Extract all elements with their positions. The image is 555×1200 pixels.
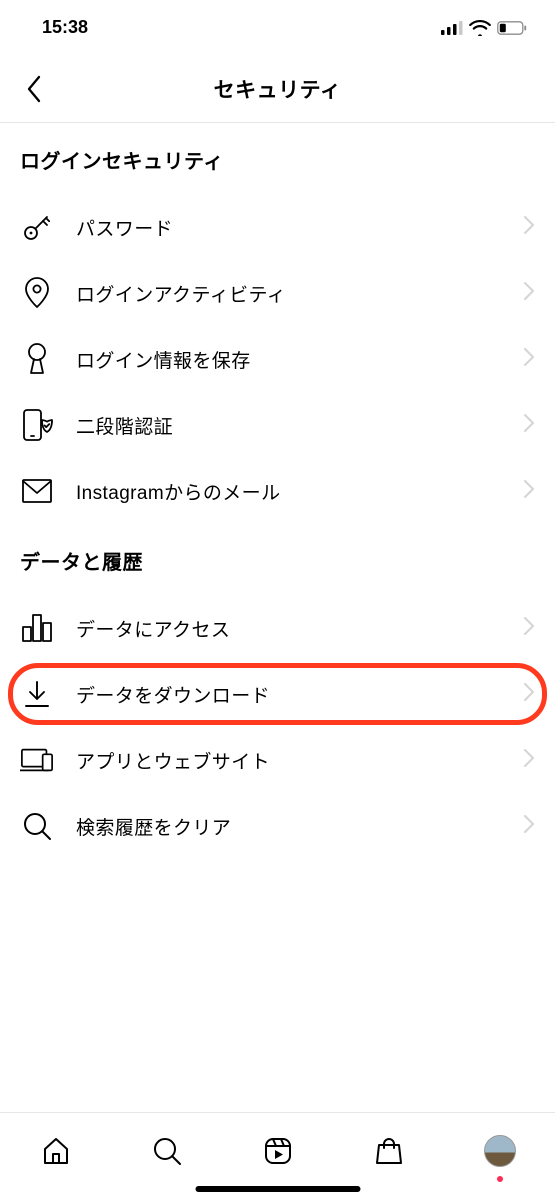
location-pin-icon: [20, 276, 54, 310]
tab-home[interactable]: [32, 1127, 80, 1175]
tab-reels[interactable]: [254, 1127, 302, 1175]
tab-shop[interactable]: [365, 1127, 413, 1175]
notification-dot-icon: [497, 1176, 503, 1182]
download-icon: [20, 677, 54, 711]
row-label: パスワード: [76, 214, 501, 241]
row-label: ログインアクティビティ: [76, 280, 501, 307]
row-emails-from-instagram[interactable]: Instagramからのメール: [0, 458, 555, 524]
content: ログインセキュリティ パスワード: [0, 123, 555, 1112]
row-label: データにアクセス: [76, 615, 501, 642]
row-password[interactable]: パスワード: [0, 194, 555, 260]
home-icon: [41, 1136, 71, 1166]
chevron-right-icon: [523, 281, 535, 306]
chevron-right-icon: [523, 215, 535, 240]
chevron-left-icon: [25, 74, 43, 104]
row-apps-websites[interactable]: アプリとウェブサイト: [0, 727, 555, 793]
row-label: Instagramからのメール: [76, 478, 501, 505]
tab-search[interactable]: [143, 1127, 191, 1175]
chevron-right-icon: [523, 347, 535, 372]
mail-icon: [20, 474, 54, 508]
chevron-right-icon: [523, 748, 535, 773]
shop-icon: [374, 1136, 404, 1166]
chevron-right-icon: [523, 413, 535, 438]
nav-header: セキュリティ: [0, 55, 555, 123]
chevron-right-icon: [523, 479, 535, 504]
devices-icon: [20, 743, 54, 777]
row-download-data[interactable]: データをダウンロード: [0, 661, 555, 727]
search-icon: [152, 1136, 182, 1166]
avatar-icon: [484, 1135, 516, 1167]
row-label: 二段階認証: [76, 412, 501, 439]
battery-icon: [497, 21, 527, 35]
phone-shield-icon: [20, 408, 54, 442]
row-access-data[interactable]: データにアクセス: [0, 595, 555, 661]
back-button[interactable]: [14, 69, 54, 109]
row-label: ログイン情報を保存: [76, 346, 501, 373]
key-icon: [20, 210, 54, 244]
search-icon: [20, 809, 54, 843]
reels-icon: [263, 1136, 293, 1166]
chevron-right-icon: [523, 616, 535, 641]
row-clear-search-history[interactable]: 検索履歴をクリア: [0, 793, 555, 859]
cellular-icon: [441, 21, 463, 35]
status-bar: 15:38: [0, 0, 555, 55]
keyhole-icon: [20, 342, 54, 376]
row-label: 検索履歴をクリア: [76, 813, 501, 840]
section-title-data-history: データと履歴: [0, 524, 555, 595]
page-title: セキュリティ: [214, 74, 342, 104]
bar-chart-icon: [20, 611, 54, 645]
wifi-icon: [469, 20, 491, 36]
section-title-login-security: ログインセキュリティ: [0, 123, 555, 194]
chevron-right-icon: [523, 682, 535, 707]
status-time: 15:38: [42, 17, 88, 38]
status-indicators: [441, 20, 527, 36]
row-label: アプリとウェブサイト: [76, 747, 501, 774]
row-login-activity[interactable]: ログインアクティビティ: [0, 260, 555, 326]
tab-profile[interactable]: [476, 1127, 524, 1175]
home-indicator: [195, 1186, 360, 1192]
chevron-right-icon: [523, 814, 535, 839]
row-two-factor-auth[interactable]: 二段階認証: [0, 392, 555, 458]
row-label: データをダウンロード: [76, 681, 501, 708]
row-save-login-info[interactable]: ログイン情報を保存: [0, 326, 555, 392]
